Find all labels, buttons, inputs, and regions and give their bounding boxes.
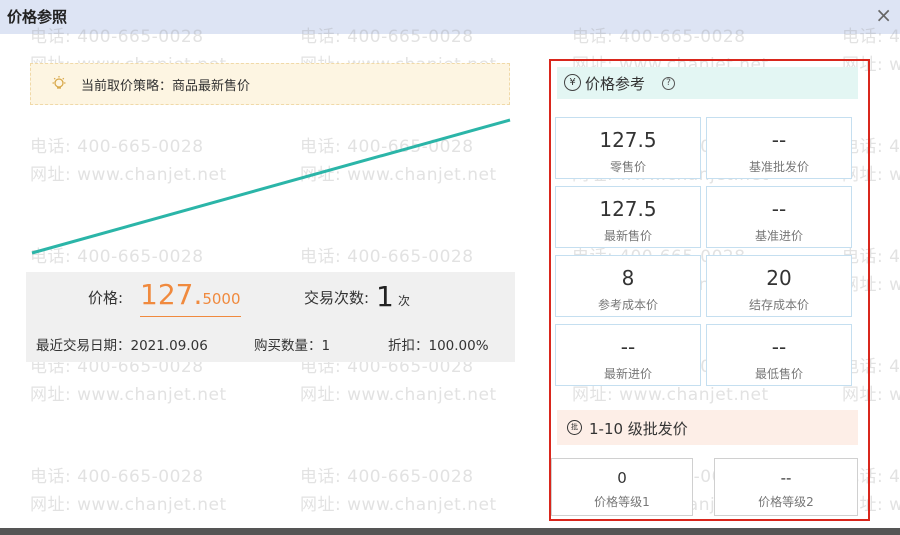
price-value-decimal: 5000 [202, 290, 241, 308]
ref-cell-label: 结存成本价 [748, 298, 809, 312]
price-trend-chart [30, 110, 512, 265]
bottom-bar [0, 528, 900, 535]
batch-price-icon: 批 [567, 420, 582, 435]
discount-rate: 折扣：100.00% [388, 338, 489, 354]
ref-cell-value: -- [771, 197, 787, 221]
ref-cell-label: 最新售价 [603, 229, 652, 243]
lightbulb-icon [51, 75, 67, 97]
price-level-2-cell[interactable]: -- 价格等级2 [714, 458, 858, 516]
ref-cell-label: 参考成本价 [597, 298, 658, 312]
ref-cell-label: 最新进价 [603, 367, 652, 381]
ref-cell-value: 8 [621, 266, 635, 290]
ref-cell-value: 127.5 [599, 197, 657, 221]
trade-count-unit: 次 [398, 294, 411, 308]
watermark-phone: 电话: 400-665-0028 [300, 467, 474, 487]
ref-cell-retail-price[interactable]: 127.5 零售价 [555, 117, 701, 179]
price-level-label: 价格等级2 [758, 495, 814, 509]
ref-cell-reference-cost[interactable]: 8 参考成本价 [555, 255, 701, 317]
price-strategy-text: 当前取价策略：商品最新售价 [81, 79, 251, 94]
price-trend-line [31, 118, 511, 255]
price-reference-header: ¥ 价格参考 ? [557, 67, 858, 99]
trade-count-value: 1 [376, 280, 394, 313]
help-icon[interactable]: ? [662, 77, 675, 90]
ref-cell-value: 20 [766, 266, 792, 290]
ref-cell-label: 最低售价 [754, 367, 803, 381]
watermark-site: 网址: www.chanjet.net [30, 495, 227, 515]
yen-icon: ¥ [564, 74, 581, 91]
price-value-integer: 127. [140, 278, 203, 311]
price-summary-panel: 价格: 127.5000 交易次数: 1 次 最近交易日期：2021.09.06… [26, 272, 515, 362]
watermark-site: 网址: www.chanjet.net [30, 385, 227, 405]
ref-cell-base-purchase-price[interactable]: -- 基准进价 [706, 186, 852, 248]
ref-cell-value: -- [620, 335, 636, 359]
watermark-site: 网址: www.chanjet.net [300, 385, 497, 405]
last-trade-date: 最近交易日期：2021.09.06 [36, 338, 208, 354]
ref-cell-latest-purchase-price[interactable]: -- 最新进价 [555, 324, 701, 386]
price-label: 价格: [88, 289, 124, 307]
ref-cell-lowest-sale-price[interactable]: -- 最低售价 [706, 324, 852, 386]
title-bar: 价格参照 × [0, 0, 900, 34]
price-reference-title: 价格参考 [585, 75, 646, 93]
trade-count-label: 交易次数: [304, 289, 370, 307]
watermark-site: 网址: www.chanjet.net [300, 495, 497, 515]
price-reference-panel: ¥ 价格参考 ? 127.5 零售价 -- 基准批发价 127.5 最新售价 -… [549, 59, 870, 521]
purchase-quantity: 购买数量：1 [254, 338, 331, 354]
ref-cell-label: 基准批发价 [748, 160, 809, 174]
window-title: 价格参照 [7, 8, 68, 26]
price-level-value: 0 [617, 469, 627, 487]
ref-cell-label: 零售价 [609, 160, 646, 174]
batch-price-header: 批 1-10 级批发价 [557, 410, 858, 445]
ref-cell-value: 127.5 [599, 128, 657, 152]
ref-cell-label: 基准进价 [754, 229, 803, 243]
price-level-value: -- [780, 469, 792, 487]
watermark-phone: 电话: 400-665-0028 [30, 467, 204, 487]
price-strategy-banner: 当前取价策略：商品最新售价 [30, 63, 510, 105]
ref-cell-latest-sale-price[interactable]: 127.5 最新售价 [555, 186, 701, 248]
price-value[interactable]: 127.5000 [140, 278, 241, 317]
batch-price-title: 1-10 级批发价 [589, 420, 688, 438]
price-level-1-cell[interactable]: 0 价格等级1 [551, 458, 693, 516]
price-level-label: 价格等级1 [594, 495, 650, 509]
ref-cell-stock-cost[interactable]: 20 结存成本价 [706, 255, 852, 317]
ref-cell-base-wholesale-price[interactable]: -- 基准批发价 [706, 117, 852, 179]
price-trend-svg [31, 118, 511, 255]
close-icon[interactable]: × [875, 3, 892, 27]
ref-cell-value: -- [771, 128, 787, 152]
ref-cell-value: -- [771, 335, 787, 359]
